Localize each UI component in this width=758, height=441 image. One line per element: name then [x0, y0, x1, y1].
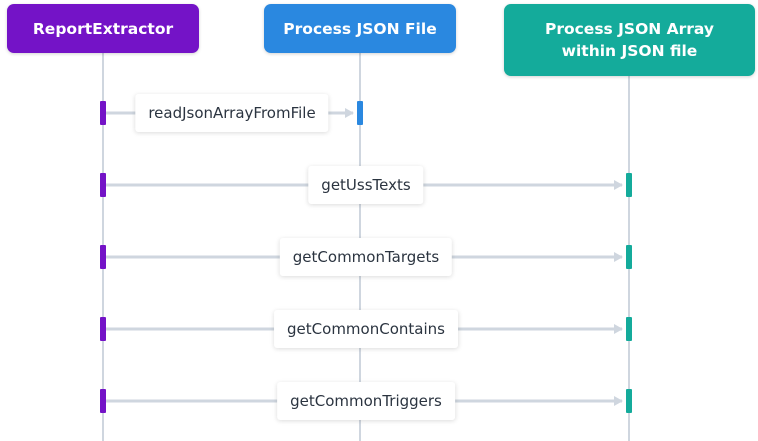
activation-target-3: [626, 245, 632, 269]
activation-target-1: [357, 101, 363, 125]
participant-label: Process JSON Array within JSON file: [544, 20, 715, 60]
activation-source-1: [100, 101, 106, 125]
message-label-get-common-contains: getCommonContains: [274, 310, 458, 348]
activation-source-5: [100, 389, 106, 413]
activation-source-2: [100, 173, 106, 197]
participant-label: Process JSON File: [283, 19, 437, 38]
activation-source-3: [100, 245, 106, 269]
message-label-get-common-triggers: getCommonTriggers: [277, 382, 455, 420]
activation-target-2: [626, 173, 632, 197]
message-label-read-json-array: readJsonArrayFromFile: [135, 94, 329, 132]
activation-source-4: [100, 317, 106, 341]
participant-label: ReportExtractor: [32, 19, 174, 38]
message-label-get-uss-texts: getUssTexts: [308, 166, 424, 204]
activation-target-5: [626, 389, 632, 413]
activation-target-4: [626, 317, 632, 341]
sequence-diagram: ReportExtractor Process JSON File Proces…: [0, 0, 758, 441]
message-label-get-common-targets: getCommonTargets: [279, 238, 453, 276]
participant-process-json-array: Process JSON Array within JSON file: [504, 4, 755, 76]
participant-process-json-file: Process JSON File: [264, 4, 456, 53]
participant-report-extractor: ReportExtractor: [7, 4, 199, 53]
